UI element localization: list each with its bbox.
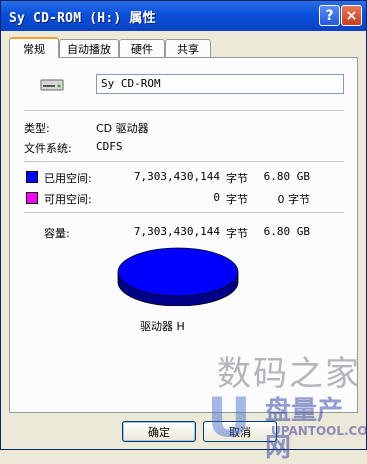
cancel-button[interactable]: 取消 [203, 421, 277, 442]
used-space-unit: 字节 [226, 172, 248, 185]
close-button[interactable]: × [341, 5, 362, 26]
volume-label-input[interactable]: Sy CD-ROM [96, 74, 344, 94]
free-space-swatch [26, 192, 38, 204]
window-title: Sy CD-ROM (H:) 属性 [9, 11, 156, 26]
watermark-line3: UPANTOOL.COM [271, 424, 367, 438]
used-space-size: 6.80 GB [263, 170, 310, 183]
free-space-bytes: 0 [213, 191, 220, 204]
tab-autoplay-label: 自动播放 [67, 42, 111, 56]
type-value: CD 驱动器 [96, 122, 149, 135]
used-space-swatch [26, 171, 38, 183]
capacity-bytes: 7,303,430,144 [133, 225, 220, 238]
free-space-size: 0 字节 [277, 193, 311, 206]
filesystem-value: CDFS [96, 140, 123, 153]
general-panel: Sy CD-ROM 类型: CD 驱动器 文件系统: CDFS 已用空间: 7,… [9, 57, 358, 413]
properties-window: Sy CD-ROM (H:) 属性 ? × 常规 自动播放 硬件 共享 Sy C… [0, 0, 367, 463]
filesystem-label: 文件系统: [24, 142, 72, 155]
used-space-label: 已用空间: [44, 172, 92, 185]
capacity-size: 6.80 GB [263, 225, 310, 238]
capacity-label: 容量: [44, 227, 70, 240]
title-bar[interactable]: Sy CD-ROM (H:) 属性 ? × [1, 1, 366, 31]
close-icon: × [345, 7, 358, 24]
tab-general-label: 常规 [23, 42, 45, 56]
tab-sharing[interactable]: 共享 [165, 39, 211, 57]
tab-autoplay[interactable]: 自动播放 [59, 39, 119, 57]
tab-hardware-label: 硬件 [131, 42, 153, 56]
tab-general[interactable]: 常规 [9, 37, 59, 58]
used-space-bytes: 7,303,430,144 [133, 170, 220, 183]
divider [24, 110, 344, 112]
tab-hardware[interactable]: 硬件 [119, 39, 165, 57]
type-label: 类型: [24, 122, 50, 135]
help-button[interactable]: ? [319, 5, 340, 26]
ok-button-label: 确定 [148, 425, 170, 439]
ok-button[interactable]: 确定 [122, 421, 196, 442]
free-space-unit: 字节 [226, 193, 248, 206]
cd-drive-icon [40, 79, 64, 91]
help-icon: ? [325, 7, 334, 24]
drive-caption: 驱动器 H [140, 320, 185, 333]
capacity-unit: 字节 [226, 227, 248, 240]
disk-usage-pie [117, 247, 239, 306]
tab-sharing-label: 共享 [177, 42, 199, 56]
pie-top-used-slice [117, 247, 239, 297]
divider [24, 212, 344, 214]
divider [24, 161, 344, 163]
cancel-button-label: 取消 [229, 425, 251, 439]
free-space-label: 可用空间: [44, 193, 92, 206]
